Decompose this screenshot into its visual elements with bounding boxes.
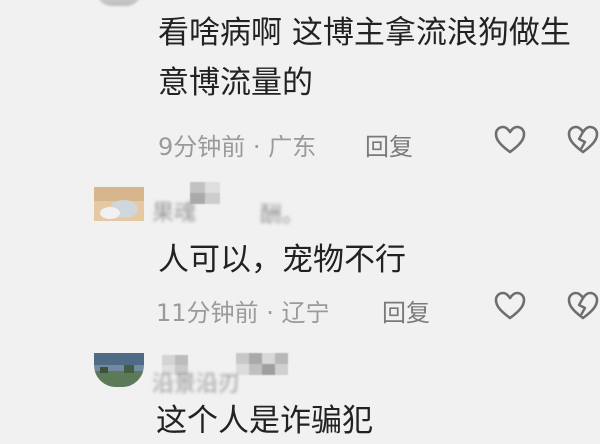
heart-icon[interactable]: [494, 125, 526, 155]
broken-heart-icon[interactable]: [566, 125, 600, 155]
username-mosaic: [236, 353, 288, 375]
broken-heart-icon[interactable]: [566, 291, 600, 321]
username-suffix: 酬。: [260, 203, 305, 228]
comment-text-line: 看啥病啊 这博主拿流浪狗做生: [158, 15, 571, 51]
reply-button[interactable]: 回复: [365, 127, 413, 162]
comment-text-line: 意博流量的: [158, 65, 313, 101]
username[interactable]: 沿景沿刃: [152, 366, 240, 398]
meta-separator: ·: [266, 299, 274, 327]
avatar[interactable]: [94, 353, 144, 387]
avatar[interactable]: [96, 0, 142, 6]
reply-button[interactable]: 回复: [382, 293, 430, 328]
comment-text-line: 人可以，宠物不行: [158, 242, 406, 278]
comment-text-line: 这个人是诈骗犯: [156, 403, 373, 439]
heart-icon[interactable]: [494, 291, 526, 321]
avatar[interactable]: [94, 187, 144, 221]
meta-separator: ·: [252, 133, 261, 161]
comment-time: 9分钟前: [158, 133, 246, 161]
comment-time: 11分钟前: [156, 299, 259, 327]
comment-meta: 9分钟前 · 广东: [158, 127, 316, 162]
username-mosaic: [190, 182, 220, 204]
comment-meta: 11分钟前 · 辽宁: [156, 293, 329, 328]
comment-location: 辽宁: [281, 299, 330, 327]
comment-location: 广东: [268, 133, 317, 161]
